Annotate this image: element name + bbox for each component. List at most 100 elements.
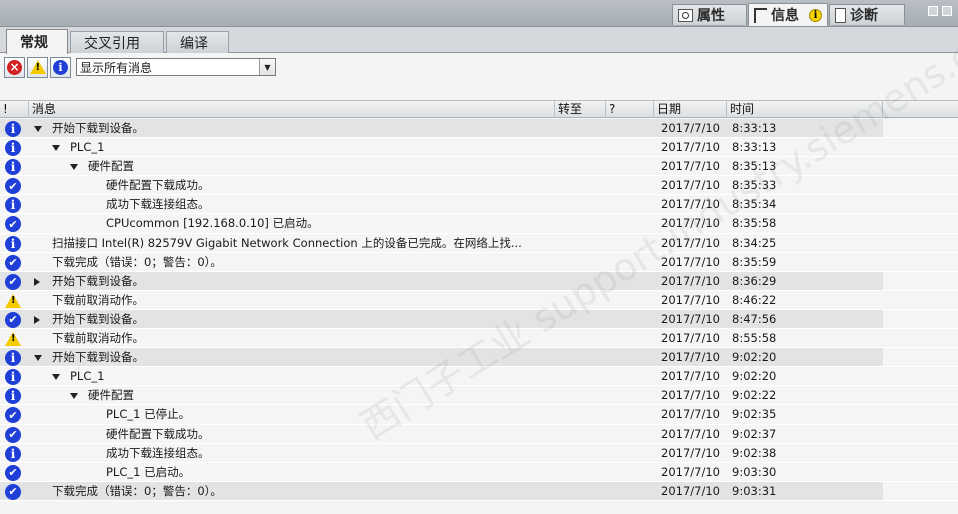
expand-arrow-open-icon[interactable] bbox=[70, 164, 78, 171]
restore-icon[interactable] bbox=[928, 6, 938, 16]
message-time: 9:02:38 bbox=[732, 445, 777, 460]
message-text: PLC_1 bbox=[70, 369, 105, 384]
warning-icon: ! bbox=[29, 60, 46, 74]
tab-cross-reference[interactable]: 交叉引用 bbox=[70, 31, 164, 53]
message-text: 硬件配置 bbox=[88, 388, 134, 403]
checkmark-icon: ✔ bbox=[5, 273, 21, 290]
column-date[interactable]: 日期 bbox=[654, 101, 727, 118]
column-help[interactable]: ? bbox=[606, 101, 654, 118]
info-icon: i bbox=[5, 235, 21, 252]
column-time[interactable]: 时间 bbox=[727, 101, 883, 118]
table-row[interactable]: i 成功下载连接组态。 2017/7/10 8:35:34 bbox=[0, 195, 958, 215]
message-time: 8:36:29 bbox=[732, 273, 777, 288]
message-time: 8:33:13 bbox=[732, 140, 777, 155]
table-row[interactable]: ✔ 开始下载到设备。 2017/7/10 8:47:56 bbox=[0, 309, 958, 330]
diagnostics-icon bbox=[835, 7, 846, 23]
message-filter-select[interactable]: 显示所有消息 ▼ bbox=[76, 58, 276, 76]
table-row[interactable]: ✔ 硬件配置下载成功。 2017/7/10 8:35:33 bbox=[0, 176, 958, 196]
table-row[interactable]: ✔ PLC_1 已停止。 2017/7/10 9:02:35 bbox=[0, 405, 958, 425]
table-row[interactable]: ✔ CPUcommon [192.168.0.10] 已启动。 2017/7/10 8… bbox=[0, 214, 958, 234]
tab-general[interactable]: 常规 bbox=[6, 29, 68, 54]
filter-errors-button[interactable]: × bbox=[4, 56, 25, 78]
table-row[interactable]: i PLC_1 2017/7/10 8:33:13 bbox=[0, 138, 958, 158]
message-time: 8:35:33 bbox=[732, 178, 777, 193]
message-filter-value: 显示所有消息 bbox=[80, 60, 153, 75]
table-row[interactable]: ✔ 下载完成（错误：0；警告：0）。 2017/7/10 8:35:59 bbox=[0, 252, 958, 272]
message-date: 2017/7/10 bbox=[661, 369, 720, 384]
message-time: 8:35:13 bbox=[732, 159, 777, 174]
checkmark-icon: ✔ bbox=[5, 178, 21, 195]
table-row[interactable]: i 开始下载到设备。 2017/7/10 9:02:20 bbox=[0, 348, 958, 368]
tab-diagnostics[interactable]: 诊断 bbox=[829, 4, 905, 25]
message-date: 2017/7/10 bbox=[661, 483, 720, 498]
column-severity[interactable]: ! bbox=[0, 101, 29, 118]
table-row[interactable]: ! 下载前取消动作。 2017/7/10 8:46:22 bbox=[0, 290, 958, 310]
column-goto[interactable]: 转至 bbox=[555, 101, 606, 118]
tab-properties[interactable]: 属性 bbox=[672, 4, 747, 25]
message-time: 9:02:37 bbox=[732, 426, 777, 441]
info-icon: i bbox=[5, 121, 21, 137]
info-icon: i bbox=[5, 445, 21, 462]
tab-info-label: 信息 bbox=[771, 8, 799, 24]
table-row[interactable]: ✔ 开始下载到设备。 2017/7/10 8:36:29 bbox=[0, 271, 958, 291]
message-text: 下载完成（错误：0；警告：0）。 bbox=[52, 483, 222, 498]
properties-icon bbox=[678, 8, 693, 22]
message-date: 2017/7/10 bbox=[661, 178, 720, 193]
filter-warnings-button[interactable]: ! bbox=[27, 56, 48, 78]
message-text: 下载前取消动作。 bbox=[52, 331, 144, 346]
message-text: PLC_1 bbox=[70, 140, 105, 155]
tab-compile[interactable]: 编译 bbox=[166, 31, 229, 53]
message-text: 开始下载到设备。 bbox=[52, 350, 144, 365]
table-row[interactable]: i 硬件配置 2017/7/10 8:35:13 bbox=[0, 157, 958, 177]
checkmark-icon: ✔ bbox=[5, 464, 21, 481]
message-date: 2017/7/10 bbox=[661, 350, 720, 365]
message-text: 成功下载连接组态。 bbox=[106, 197, 210, 212]
maximize-icon[interactable] bbox=[942, 6, 952, 16]
message-time: 8:34:25 bbox=[732, 235, 777, 250]
message-time: 8:33:13 bbox=[732, 121, 777, 135]
checkmark-icon: ✔ bbox=[5, 311, 21, 328]
chevron-down-icon[interactable]: ▼ bbox=[259, 59, 275, 75]
message-text: 硬件配置 bbox=[88, 159, 134, 174]
filter-toolbar: × ! i 显示所有消息 ▼ bbox=[0, 54, 958, 80]
message-text: 硬件配置下载成功。 bbox=[106, 426, 210, 441]
table-row[interactable]: ✔ 硬件配置下载成功。 2017/7/10 9:02:37 bbox=[0, 424, 958, 444]
message-date: 2017/7/10 bbox=[661, 121, 720, 135]
checkmark-icon: ✔ bbox=[5, 483, 21, 500]
expand-arrow-open-icon[interactable] bbox=[52, 145, 60, 152]
table-row[interactable]: i 扫描接口 Intel(R) 82579V Gigabit Network Co… bbox=[0, 233, 958, 253]
table-row[interactable]: i PLC_1 2017/7/10 9:02:20 bbox=[0, 367, 958, 387]
table-row[interactable]: i 硬件配置 2017/7/10 9:02:22 bbox=[0, 386, 958, 406]
message-time: 8:35:59 bbox=[732, 254, 777, 269]
column-message[interactable]: 消息 bbox=[29, 101, 555, 118]
checkmark-icon: ✔ bbox=[5, 254, 21, 271]
table-row[interactable]: ✔ 下载完成（错误：0；警告：0）。 2017/7/10 9:03:31 bbox=[0, 481, 958, 501]
expand-arrow-open-icon[interactable] bbox=[70, 393, 78, 400]
message-text: PLC_1 已启动。 bbox=[106, 464, 191, 479]
expand-arrow-open-icon[interactable] bbox=[34, 126, 42, 132]
message-text: 开始下载到设备。 bbox=[52, 311, 144, 326]
expand-arrow-open-icon[interactable] bbox=[34, 355, 42, 362]
expand-arrow-closed-icon[interactable] bbox=[34, 315, 40, 324]
expand-arrow-closed-icon[interactable] bbox=[34, 277, 40, 286]
table-row[interactable]: i 开始下载到设备。 2017/7/10 8:33:13 bbox=[0, 119, 958, 139]
filter-info-button[interactable]: i bbox=[50, 56, 71, 78]
message-table-body: i 开始下载到设备。 2017/7/10 8:33:13 i PLC_1 2017/7/10… bbox=[0, 119, 958, 501]
info-icon: i bbox=[5, 388, 21, 405]
message-time: 9:02:20 bbox=[732, 350, 777, 365]
warning-icon: ! bbox=[5, 293, 21, 308]
message-date: 2017/7/10 bbox=[661, 464, 720, 479]
table-row[interactable]: ! 下载前取消动作。 2017/7/10 8:55:58 bbox=[0, 329, 958, 349]
info-badge-icon: i bbox=[809, 8, 822, 22]
error-icon: × bbox=[7, 59, 22, 75]
info-icon: i bbox=[53, 59, 68, 75]
window-controls bbox=[928, 6, 952, 16]
tab-info[interactable]: 信息 i bbox=[748, 3, 828, 26]
expand-arrow-open-icon[interactable] bbox=[52, 374, 60, 381]
message-date: 2017/7/10 bbox=[661, 140, 720, 155]
message-time: 8:35:58 bbox=[732, 216, 777, 231]
table-row[interactable]: i 成功下载连接组态。 2017/7/10 9:02:38 bbox=[0, 443, 958, 463]
message-text: CPUcommon [192.168.0.10] 已启动。 bbox=[106, 216, 319, 231]
table-row[interactable]: ✔ PLC_1 已启动。 2017/7/10 9:03:30 bbox=[0, 462, 958, 482]
message-text: 下载前取消动作。 bbox=[52, 292, 144, 307]
